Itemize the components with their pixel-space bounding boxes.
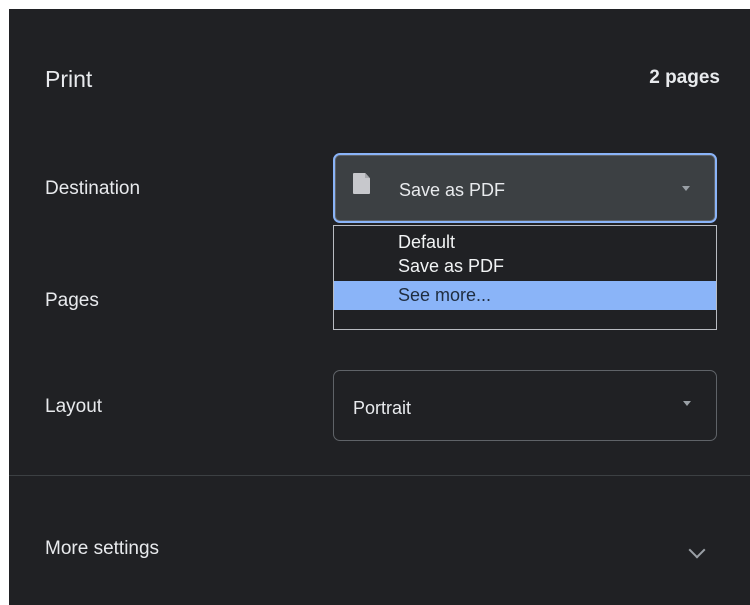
- chevron-down-icon: [683, 401, 691, 406]
- print-panel: Print 2 pages Destination Save as PDF De…: [9, 9, 750, 605]
- chevron-down-icon: [688, 541, 706, 559]
- destination-option-see-more[interactable]: See more...: [334, 281, 716, 310]
- page-title: Print: [45, 66, 93, 92]
- destination-selected-value: Save as PDF: [399, 180, 506, 200]
- more-settings-label: More settings: [45, 538, 160, 559]
- destination-label: Destination: [45, 178, 141, 199]
- file-icon: [353, 173, 370, 194]
- destination-select[interactable]: Save as PDF: [333, 153, 717, 223]
- destination-dropdown[interactable]: Default Save as PDF See more...: [333, 225, 717, 330]
- layout-select[interactable]: Portrait: [333, 370, 717, 441]
- section-divider: [9, 475, 750, 476]
- layout-label: Layout: [45, 396, 103, 417]
- layout-selected-value: Portrait: [353, 398, 412, 418]
- destination-option-save-as-pdf[interactable]: Save as PDF: [334, 254, 716, 278]
- destination-option-default[interactable]: Default: [334, 230, 716, 254]
- pages-label: Pages: [45, 290, 99, 311]
- chevron-down-icon: [682, 186, 690, 191]
- more-settings-button[interactable]: More settings: [9, 524, 750, 578]
- page-count: 2 pages: [649, 67, 720, 88]
